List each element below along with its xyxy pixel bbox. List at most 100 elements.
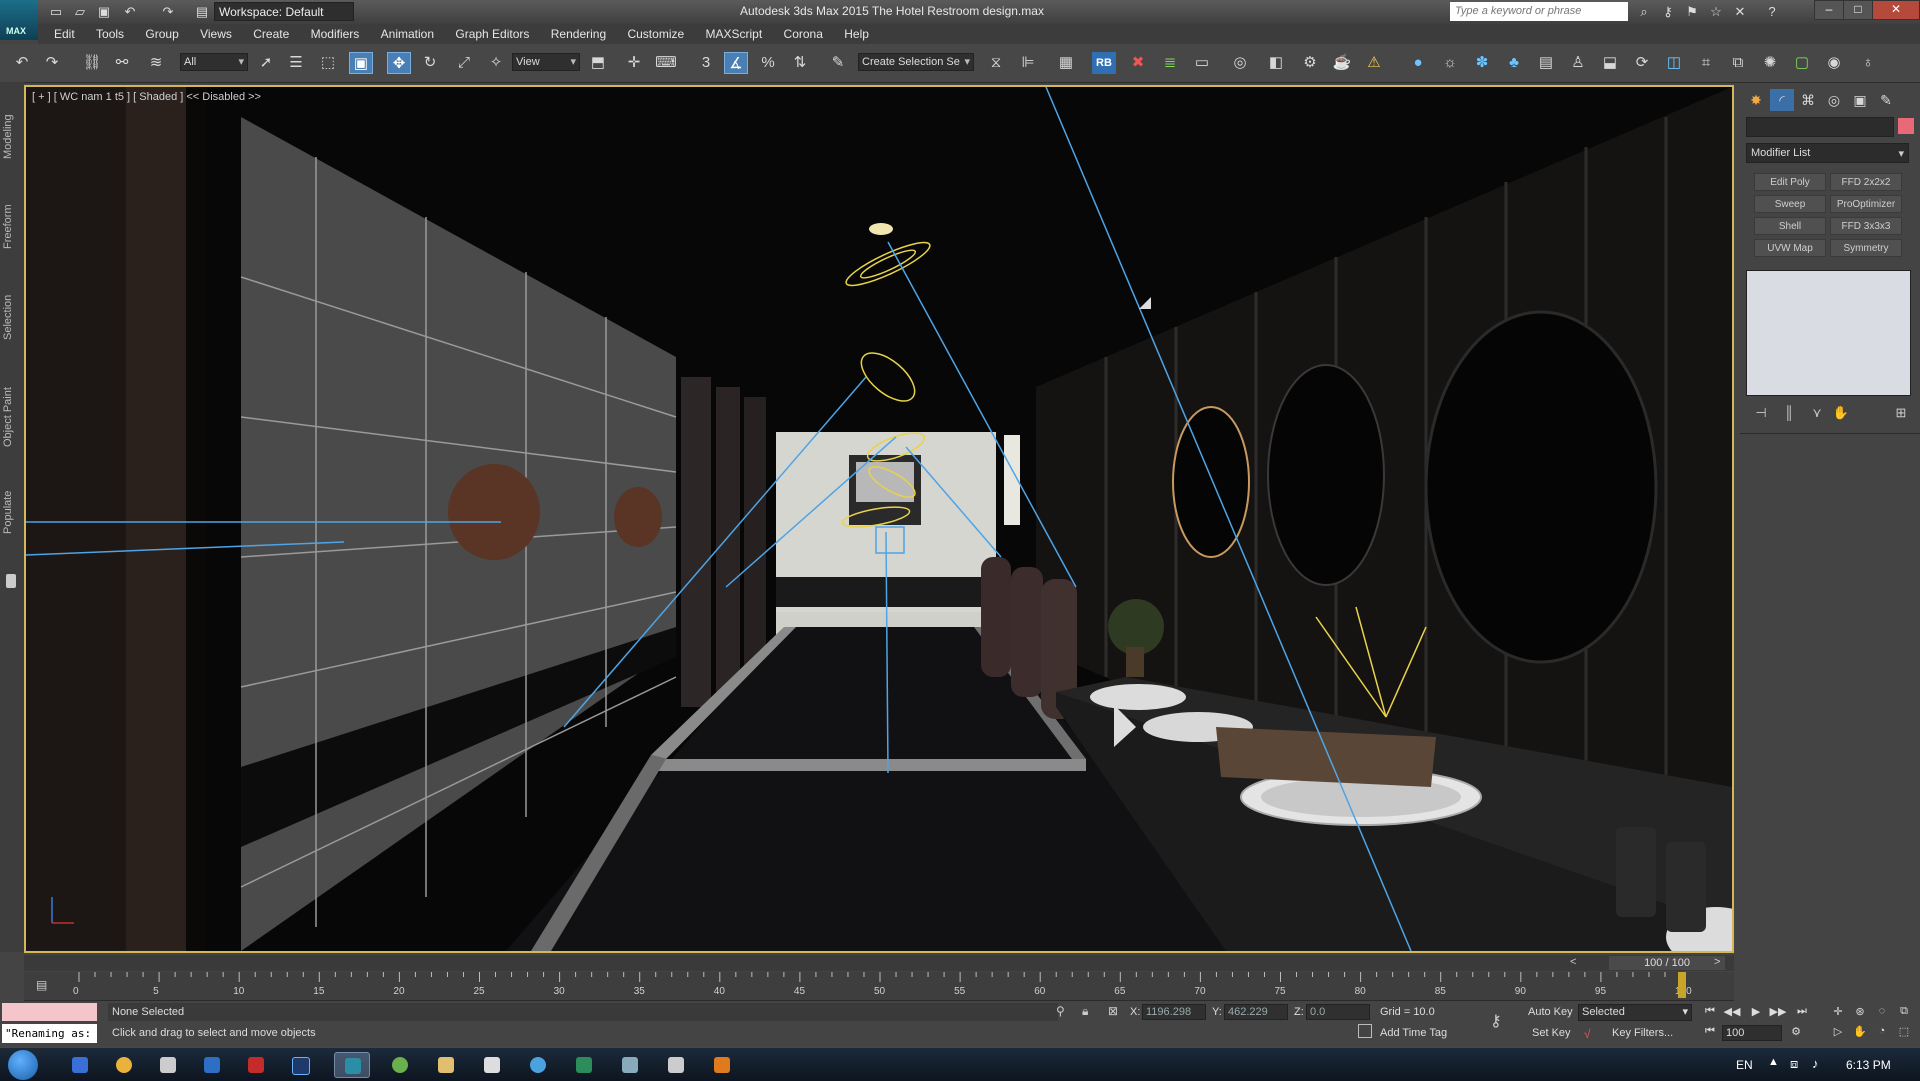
time-configuration-icon[interactable]: ⚙ bbox=[1786, 1025, 1806, 1041]
tray-volume-icon[interactable]: ♪ bbox=[1812, 1056, 1819, 1071]
new-file-icon[interactable]: ▭ bbox=[46, 3, 66, 21]
ribbon-expand-icon[interactable] bbox=[6, 574, 16, 588]
percent-snap-toggle-button[interactable]: % bbox=[756, 52, 780, 74]
tray-network-icon[interactable]: ⧈ bbox=[1790, 1056, 1798, 1072]
reference-coordinate-dropdown[interactable]: View bbox=[512, 53, 580, 71]
render-frame-window-icon[interactable]: ☕ bbox=[1330, 52, 1354, 74]
z-coord-field[interactable]: 0.0 bbox=[1306, 1004, 1370, 1020]
eye-icon[interactable]: ◉ bbox=[1822, 52, 1846, 74]
x-coord-field[interactable]: 1196.298 bbox=[1142, 1004, 1206, 1020]
scene-explorer-icon[interactable]: ▦ bbox=[1054, 52, 1078, 74]
selection-lock-icon[interactable]: 🔒︎ bbox=[1082, 1004, 1088, 1019]
undo-icon[interactable]: ↶ bbox=[10, 52, 34, 74]
hierarchy-panel-icon[interactable]: ⌘ bbox=[1796, 89, 1820, 111]
taskbar-outlook-icon[interactable] bbox=[194, 1052, 230, 1078]
tab-populate[interactable]: Populate bbox=[2, 477, 22, 547]
tab-freeform[interactable]: Freeform bbox=[2, 192, 22, 262]
maxscript-listener-input[interactable] bbox=[2, 1003, 97, 1021]
next-frame-arrow-icon[interactable]: > bbox=[1714, 956, 1728, 970]
tab-object-paint[interactable]: Object Paint bbox=[2, 372, 22, 462]
help-search-input[interactable]: Type a keyword or phrase bbox=[1450, 2, 1628, 21]
taskbar-app-8[interactable] bbox=[382, 1052, 418, 1078]
taskbar-3dsmax-icon[interactable] bbox=[334, 1052, 370, 1078]
modifier-prooptimizer-button[interactable]: ProOptimizer bbox=[1830, 195, 1902, 213]
select-and-rotate-icon[interactable]: ↻ bbox=[418, 52, 442, 74]
menu-tools[interactable]: Tools bbox=[87, 24, 133, 44]
absolute-mode-icon[interactable]: ⊠ bbox=[1108, 1004, 1118, 1018]
time-slider-thumb[interactable]: 100 / 100 bbox=[1609, 956, 1725, 970]
edit-named-selection-icon[interactable]: ✎ bbox=[826, 52, 850, 74]
next-frame-icon[interactable]: ▶︎▶︎ bbox=[1768, 1005, 1788, 1021]
select-and-move-icon[interactable]: ✥ bbox=[387, 52, 411, 74]
orbit-icon[interactable]: ◌ bbox=[1872, 1005, 1892, 1021]
time-slider[interactable]: < 100 / 100 > bbox=[24, 955, 1734, 971]
pin-stack-icon[interactable]: ⊣ bbox=[1750, 405, 1772, 425]
perspective-viewport[interactable]: [ + ] [ WC nam 1 t5 ] [ Shaded ] << Disa… bbox=[24, 85, 1734, 953]
tab-modeling[interactable]: Modeling bbox=[2, 102, 22, 172]
keyboard-shortcut-override-icon[interactable]: ⌨ bbox=[654, 52, 678, 74]
spinner-snap-toggle-icon[interactable]: ⇅ bbox=[788, 52, 812, 74]
frame-icon[interactable]: ⧉ bbox=[1726, 52, 1750, 74]
pivot-point-center-icon[interactable]: ⬒ bbox=[586, 52, 610, 74]
taskbar-clock[interactable]: 6:13 PM bbox=[1846, 1058, 1891, 1072]
sun-icon[interactable]: ☼ bbox=[1438, 52, 1462, 74]
prev-frame-arrow-icon[interactable]: < bbox=[1570, 956, 1584, 970]
tray-expand-icon[interactable]: ▲ bbox=[1768, 1056, 1779, 1068]
binoculars-icon[interactable]: ⌕ bbox=[1634, 3, 1654, 21]
mirror-icon[interactable]: ⧖ bbox=[984, 52, 1008, 74]
current-frame-marker[interactable] bbox=[1678, 972, 1686, 998]
material-editor-icon[interactable]: ◧ bbox=[1264, 52, 1288, 74]
taskbar-app-12[interactable] bbox=[566, 1052, 602, 1078]
taskbar-explorer-icon[interactable] bbox=[428, 1052, 464, 1078]
maximize-viewport-icon[interactable]: ⧉ bbox=[1894, 1005, 1914, 1021]
render-setup-icon[interactable]: ⚙ bbox=[1298, 52, 1322, 74]
menu-graph-editors[interactable]: Graph Editors bbox=[446, 24, 538, 44]
taskbar-app-10[interactable] bbox=[474, 1052, 510, 1078]
minimize-window-button[interactable]: – bbox=[1814, 0, 1844, 20]
menu-customize[interactable]: Customize bbox=[618, 24, 693, 44]
key-mode-toggle-icon[interactable]: ⏮ bbox=[1700, 1025, 1720, 1041]
rectangular-selection-icon[interactable]: ⬚ bbox=[316, 52, 340, 74]
plant-icon[interactable]: ♣ bbox=[1502, 52, 1526, 74]
modifier-uvw-map-button[interactable]: UVW Map bbox=[1754, 239, 1826, 257]
taskbar-app-15[interactable] bbox=[704, 1052, 740, 1078]
show-end-result-icon[interactable]: ║ bbox=[1778, 405, 1800, 425]
object-color-swatch[interactable] bbox=[1898, 118, 1914, 134]
auto-key-button[interactable]: Auto Key bbox=[1528, 1006, 1573, 1018]
orbit-camera-icon[interactable]: ◔ bbox=[1872, 1025, 1892, 1041]
menu-rendering[interactable]: Rendering bbox=[542, 24, 615, 44]
taskbar-app-11[interactable] bbox=[520, 1052, 556, 1078]
zoom-icon[interactable]: ✛ bbox=[1828, 1005, 1848, 1021]
snaps-toggle-button[interactable]: 3 bbox=[694, 52, 718, 74]
add-time-tag-button[interactable]: Add Time Tag bbox=[1380, 1024, 1447, 1043]
bulb-icon[interactable]: ♁ bbox=[1856, 52, 1880, 74]
communication-center-icon[interactable]: ⚑ bbox=[1682, 3, 1702, 21]
maximize-window-button[interactable]: □ bbox=[1843, 0, 1873, 20]
open-file-icon[interactable]: ▱ bbox=[70, 3, 90, 21]
figure-icon[interactable]: ♙ bbox=[1566, 52, 1590, 74]
crop-icon[interactable]: ⌗ bbox=[1694, 52, 1718, 74]
light-bulb-icon[interactable]: ● bbox=[1406, 52, 1430, 74]
taskbar-photoshop-icon[interactable] bbox=[282, 1052, 318, 1078]
redo-icon[interactable]: ↷ bbox=[158, 3, 178, 21]
warning-icon[interactable]: ⚠ bbox=[1362, 52, 1386, 74]
schematic-view-icon[interactable]: ◎ bbox=[1228, 52, 1252, 74]
display-panel-icon[interactable]: ▣ bbox=[1848, 89, 1872, 111]
key-filters-button[interactable]: Key Filters... bbox=[1612, 1024, 1673, 1043]
select-by-name-icon[interactable]: ☰ bbox=[284, 52, 308, 74]
tab-selection[interactable]: Selection bbox=[2, 282, 22, 352]
render-icon[interactable]: ◫ bbox=[1662, 52, 1686, 74]
isolate-selection-icon[interactable]: ⚲ bbox=[1056, 1004, 1065, 1018]
menu-modifiers[interactable]: Modifiers bbox=[302, 24, 369, 44]
go-to-start-icon[interactable]: ⏮ bbox=[1700, 1005, 1720, 1021]
menu-create[interactable]: Create bbox=[244, 24, 298, 44]
modifier-shell-button[interactable]: Shell bbox=[1754, 217, 1826, 235]
project-folder-icon[interactable]: ▤ bbox=[192, 3, 212, 21]
close-window-button[interactable]: ✕ bbox=[1872, 0, 1920, 20]
modifier-ffd-3x3x3-button[interactable]: FFD 3x3x3 bbox=[1830, 217, 1902, 235]
menu-views[interactable]: Views bbox=[191, 24, 241, 44]
modify-panel-icon[interactable]: ◜ bbox=[1770, 89, 1794, 111]
key-icon[interactable]: ⚷ bbox=[1658, 3, 1678, 21]
viewport-label[interactable]: [ + ] [ WC nam 1 t5 ] [ Shaded ] << Disa… bbox=[32, 91, 261, 103]
gear-group-icon[interactable]: ✺ bbox=[1758, 52, 1782, 74]
